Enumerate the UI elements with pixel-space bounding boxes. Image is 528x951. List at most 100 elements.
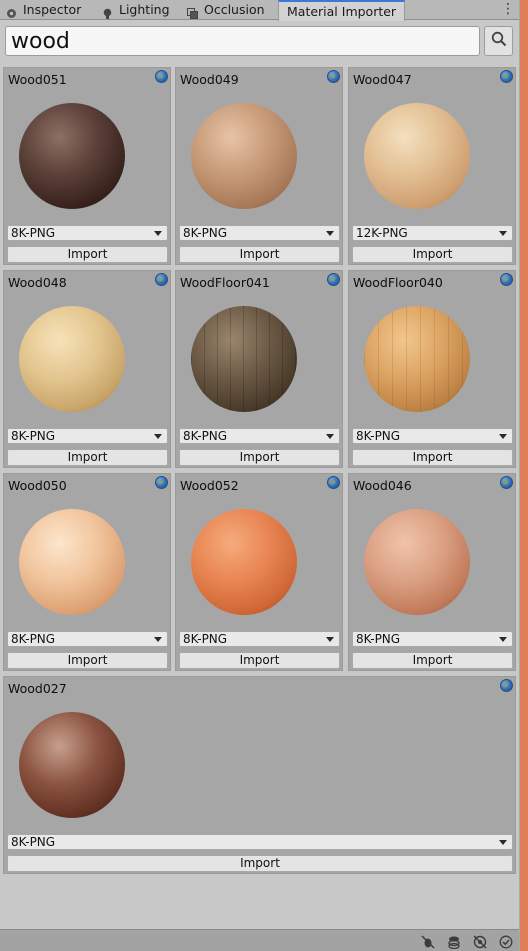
material-preview [19,306,125,412]
material-name: Wood047 [353,72,412,87]
resolution-value: 8K-PNG [11,632,56,646]
globe-icon[interactable] [500,70,513,83]
material-card: Wood048 8K-PNG Import [3,270,171,468]
tab-label: Lighting [119,2,170,17]
tab-occlusion[interactable]: Occlusion [187,0,265,20]
globe-icon[interactable] [500,476,513,489]
resolution-value: 8K-PNG [11,226,56,240]
tab-bar: Inspector Lighting Occlusion Material Im… [0,0,519,21]
import-button[interactable]: Import [352,449,513,466]
resolution-value: 8K-PNG [11,835,56,849]
search-input[interactable] [5,26,480,56]
chevron-down-icon [499,840,507,845]
check-circle-icon[interactable] [499,934,513,949]
resolution-dropdown[interactable]: 8K-PNG [179,631,340,647]
material-card: Wood046 8K-PNG Import [348,473,516,671]
chevron-down-icon [499,231,507,236]
resolution-value: 8K-PNG [183,429,228,443]
material-card: WoodFloor040 8K-PNG Import [348,270,516,468]
material-preview [364,103,470,209]
material-name: WoodFloor040 [353,275,443,290]
material-name: WoodFloor041 [180,275,270,290]
tab-label: Occlusion [204,2,265,17]
material-card: WoodFloor041 8K-PNG Import [175,270,343,468]
chevron-down-icon [326,231,334,236]
tab-material-importer[interactable]: Material Importer [278,0,406,21]
material-preview [364,509,470,615]
material-preview [19,712,125,818]
import-button[interactable]: Import [179,246,340,263]
resolution-value: 8K-PNG [183,226,228,240]
resolution-dropdown[interactable]: 8K-PNG [352,428,513,444]
material-card: Wood050 8K-PNG Import [3,473,171,671]
resolution-value: 8K-PNG [356,429,401,443]
resolution-value: 8K-PNG [356,632,401,646]
import-button[interactable]: Import [352,246,513,263]
globe-icon[interactable] [155,273,168,286]
tab-label: Inspector [23,2,82,17]
resolution-dropdown[interactable]: 12K-PNG [352,225,513,241]
import-button[interactable]: Import [7,449,168,466]
import-button[interactable]: Import [7,652,168,669]
tab-label: Material Importer [287,3,397,19]
resolution-dropdown[interactable]: 8K-PNG [7,428,168,444]
search-button[interactable] [484,26,513,56]
material-preview [191,509,297,615]
material-preview [364,306,470,412]
lightbulb-icon [102,5,113,19]
tab-inspector[interactable]: Inspector [6,0,81,20]
globe-icon[interactable] [500,679,513,692]
material-preview [191,306,297,412]
eye-off-icon[interactable] [473,934,487,949]
import-button[interactable]: Import [352,652,513,669]
search-icon [491,31,507,51]
globe-icon[interactable] [327,476,340,489]
chevron-down-icon [326,637,334,642]
resolution-value: 8K-PNG [11,429,56,443]
globe-icon[interactable] [327,70,340,83]
window-edge [519,0,528,951]
material-card: Wood027 8K-PNG Import [3,676,516,874]
import-button[interactable]: Import [179,449,340,466]
status-bar [0,929,519,951]
globe-icon[interactable] [500,273,513,286]
resolution-value: 12K-PNG [356,226,408,240]
resolution-dropdown[interactable]: 8K-PNG [7,631,168,647]
import-button[interactable]: Import [179,652,340,669]
material-card: Wood051 8K-PNG Import [3,67,171,265]
material-name: Wood050 [8,478,67,493]
material-preview [19,509,125,615]
chevron-down-icon [154,231,162,236]
inspector-icon [6,5,17,18]
debug-icon[interactable] [421,934,435,949]
globe-icon[interactable] [327,273,340,286]
material-card: Wood052 8K-PNG Import [175,473,343,671]
import-button[interactable]: Import [7,855,513,872]
material-card: Wood049 8K-PNG Import [175,67,343,265]
material-name: Wood052 [180,478,239,493]
import-button[interactable]: Import [7,246,168,263]
more-options-icon[interactable]: ⋮ [501,0,515,20]
resolution-dropdown[interactable]: 8K-PNG [179,428,340,444]
tab-lighting[interactable]: Lighting [102,0,170,20]
resolution-dropdown[interactable]: 8K-PNG [179,225,340,241]
material-card: Wood047 12K-PNG Import [348,67,516,265]
resolution-dropdown[interactable]: 8K-PNG [7,225,168,241]
chevron-down-icon [499,434,507,439]
material-name: Wood027 [8,681,67,696]
chevron-down-icon [154,637,162,642]
occlusion-icon [187,5,198,19]
material-name: Wood051 [8,72,67,87]
chevron-down-icon [499,637,507,642]
resolution-dropdown[interactable]: 8K-PNG [7,834,513,850]
globe-icon[interactable] [155,70,168,83]
globe-icon[interactable] [155,476,168,489]
material-preview [191,103,297,209]
layers-icon[interactable] [447,934,461,950]
material-name: Wood049 [180,72,239,87]
material-name: Wood046 [353,478,412,493]
chevron-down-icon [326,434,334,439]
material-name: Wood048 [8,275,67,290]
resolution-dropdown[interactable]: 8K-PNG [352,631,513,647]
chevron-down-icon [154,434,162,439]
